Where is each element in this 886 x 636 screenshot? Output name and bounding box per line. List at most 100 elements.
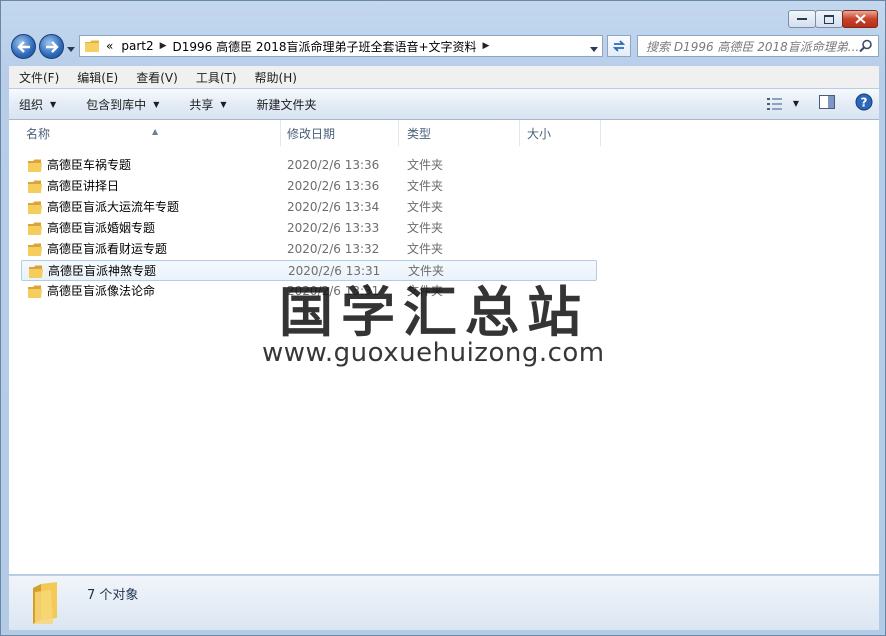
item-count: 7 个对象 [87,588,139,603]
breadcrumb-part2[interactable]: part2 [121,39,153,53]
file-type: 文件夹 [407,200,444,214]
help-button[interactable]: ? [855,93,873,114]
share-button[interactable]: 共享 ▼ [169,96,236,113]
column-name-label: 名称 [26,127,51,141]
menu-edit[interactable]: 编辑(E) [67,69,126,86]
address-overflow[interactable]: « [106,39,113,53]
svg-text:?: ? [861,96,868,110]
address-history-dropdown[interactable] [590,42,598,56]
back-button[interactable] [11,34,36,59]
file-name: 高德臣盲派大运流年专题 [47,200,180,214]
folder-icon [28,243,42,256]
file-name: 高德臣盲派看财运专题 [47,242,168,256]
column-size-label: 大小 [527,127,552,141]
file-row[interactable]: 高德臣讲择日 2020/2/6 13:36 文件夹 [21,176,597,197]
new-folder-label: 新建文件夹 [256,97,317,112]
caption-buttons [788,10,878,28]
watermark-title: 国学汇总站 [279,281,589,344]
file-modified-date: 2020/2/6 13:36 [287,179,380,193]
explorer-window: « part2 ▶ D1996 高德臣 2018盲派命理弟子班全套语音+文字资料… [0,0,886,636]
organize-label: 组织 [19,97,44,112]
file-name: 高德臣盲派婚姻专题 [47,221,156,235]
maximize-button[interactable] [815,10,843,28]
folder-icon [28,285,42,298]
file-name: 高德臣盲派神煞专题 [48,264,157,278]
maximize-icon [824,14,834,24]
menu-view[interactable]: 查看(V) [126,69,186,86]
navigation-row: « part2 ▶ D1996 高德臣 2018盲派命理弟子班全套语音+文字资料… [9,33,879,61]
file-name: 高德臣盲派像法论命 [47,284,156,298]
column-headers: 名称 ▲ 修改日期 类型 大小 [9,120,879,146]
refresh-button[interactable] [607,35,631,57]
menu-tools[interactable]: 工具(T) [186,69,245,86]
file-name: 高德臣讲择日 [47,179,120,193]
chevron-down-icon [590,47,598,52]
file-row[interactable]: 高德臣盲派婚姻专题 2020/2/6 13:33 文件夹 [21,218,597,239]
folder-icon [28,222,42,235]
file-list[interactable]: 名称 ▲ 修改日期 类型 大小 高德臣车祸专题 2020/2/6 13:36 文件夹… [9,120,879,574]
breadcrumb-separator-icon[interactable]: ▶ [160,41,167,51]
breadcrumb-current-folder[interactable]: D1996 高德臣 2018盲派命理弟子班全套语音+文字资料 [173,38,477,55]
help-icon: ? [855,93,873,111]
file-modified-date: 2020/2/6 13:36 [287,158,380,172]
watermark-url: www.guoxuehuizong.com [262,338,605,368]
arrow-left-icon [16,40,30,53]
view-controls: ▼ ? [766,93,873,114]
menu-file[interactable]: 文件(F) [9,69,67,86]
breadcrumb-separator-icon[interactable]: ▶ [483,41,490,51]
menu-help[interactable]: 帮助(H) [245,69,305,86]
chevron-down-icon: ▼ [792,99,799,108]
folder-icon [28,201,42,214]
file-modified-date: 2020/2/6 13:34 [287,200,380,214]
include-in-library-button[interactable]: 包含到库中 ▼ [66,96,169,113]
file-modified-date: 2020/2/6 13:33 [287,221,380,235]
column-header-type[interactable]: 类型 [397,120,520,146]
file-type: 文件夹 [407,221,444,235]
minimize-icon [797,18,807,20]
new-folder-button[interactable]: 新建文件夹 [237,96,327,113]
organize-button[interactable]: 组织 ▼ [9,96,66,113]
column-header-name[interactable]: 名称 ▲ [16,120,281,146]
menu-bar: 文件(F) 编辑(E) 查看(V) 工具(T) 帮助(H) [9,66,879,88]
search-icon[interactable] [859,39,873,53]
search-box[interactable]: 搜索 D1996 高德臣 2018盲派命理弟... [637,35,879,57]
column-header-size[interactable]: 大小 [517,120,601,146]
file-name: 高德臣车祸专题 [47,158,132,172]
arrow-right-icon [45,40,59,53]
view-list-icon [766,97,782,110]
file-row[interactable]: 高德臣盲派看财运专题 2020/2/6 13:32 文件夹 [21,239,597,260]
chevron-down-icon: ▼ [153,99,160,109]
recent-pages-dropdown[interactable] [67,42,75,56]
close-icon [854,14,866,24]
folder-icon [85,40,99,52]
refresh-icon [612,40,626,52]
file-row[interactable]: 高德臣盲派大运流年专题 2020/2/6 13:34 文件夹 [21,197,597,218]
preview-pane-button[interactable] [819,95,835,112]
details-pane: 7 个对象 [9,575,879,630]
chevron-down-icon: ▼ [220,99,227,109]
file-type: 文件夹 [407,242,444,256]
folder-icon [33,582,57,624]
chevron-down-icon [67,47,75,52]
command-bar: 组织 ▼ 包含到库中 ▼ 共享 ▼ 新建文件夹 ▼ ? [9,89,879,120]
column-date-label: 修改日期 [287,127,336,141]
folder-icon [28,159,42,172]
file-type: 文件夹 [407,158,444,172]
file-modified-date: 2020/2/6 13:32 [287,242,380,256]
chevron-down-icon: ▼ [50,99,57,109]
folder-icon [28,180,42,193]
preview-pane-icon [819,95,835,109]
file-row[interactable]: 高德臣车祸专题 2020/2/6 13:36 文件夹 [21,155,597,176]
column-type-label: 类型 [407,127,432,141]
file-type: 文件夹 [407,179,444,193]
share-label: 共享 [189,97,214,112]
folder-icon [29,265,43,278]
view-options-button[interactable]: ▼ [766,97,799,110]
minimize-button[interactable] [788,10,816,28]
column-header-date[interactable]: 修改日期 [277,120,399,146]
search-placeholder[interactable]: 搜索 D1996 高德臣 2018盲派命理弟... [638,38,859,55]
forward-button[interactable] [39,34,64,59]
include-in-library-label: 包含到库中 [86,97,147,112]
address-bar[interactable]: « part2 ▶ D1996 高德臣 2018盲派命理弟子班全套语音+文字资料… [79,35,603,57]
close-button[interactable] [842,10,878,28]
